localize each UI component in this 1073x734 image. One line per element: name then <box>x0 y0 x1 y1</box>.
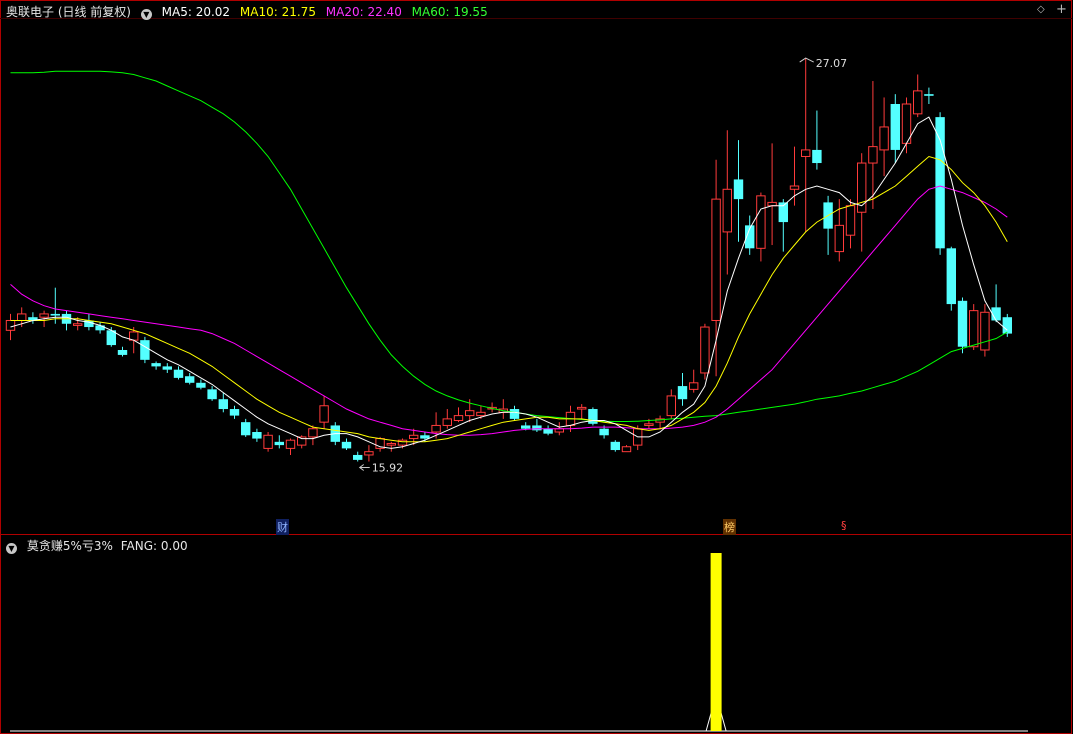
candle-up <box>39 313 49 318</box>
candle-up <box>319 405 329 423</box>
candle-down <box>353 454 363 460</box>
candle-up <box>453 415 464 422</box>
candle-down <box>1002 317 1012 334</box>
candle-up <box>689 382 699 390</box>
ranking-marker[interactable]: 榜 <box>723 519 736 535</box>
candle-down <box>252 432 262 439</box>
kline-chart: 27.07 15.92 <box>0 0 1072 734</box>
candle-down <box>196 382 206 388</box>
candle-down <box>218 399 228 410</box>
chevron-down-icon[interactable]: ▼ <box>140 9 152 20</box>
ma20-value: MA20: 22.40 <box>325 5 402 19</box>
candle-up <box>476 411 486 417</box>
main-header: 奥联电子 (日线 前复权) ▼ MA5: 20.02 MA10: 21.75 M… <box>6 3 494 20</box>
candle-up <box>308 428 318 438</box>
candle-up <box>913 90 923 115</box>
candle-up <box>263 434 273 449</box>
candle-down <box>610 441 620 451</box>
candle-down <box>532 425 542 431</box>
candle-up <box>431 424 441 433</box>
finance-marker[interactable]: 财 <box>276 519 289 535</box>
fang-signal-bar <box>710 553 722 731</box>
candle-up <box>666 395 676 417</box>
candle-up <box>700 326 710 374</box>
candle-down <box>677 386 688 400</box>
candle-down <box>151 363 161 367</box>
candle-up <box>465 410 475 417</box>
candle-up <box>756 195 766 249</box>
candle-down <box>733 179 744 200</box>
candle-up <box>285 439 296 449</box>
candle-down <box>229 409 240 416</box>
candle-up <box>577 406 587 410</box>
candle-down <box>890 104 900 150</box>
candle-down <box>420 435 430 439</box>
candle-down <box>812 149 822 164</box>
ma60-line <box>10 70 1008 422</box>
candle-up <box>767 201 777 207</box>
candle-up <box>789 185 800 190</box>
indicator-title: 莫贪赚5%亏3% <box>26 539 113 553</box>
candle-up <box>5 319 16 331</box>
ma5-value: MA5: 20.02 <box>161 5 231 19</box>
candle-up <box>845 205 856 236</box>
candle-up <box>17 313 27 321</box>
fang-value: FANG: 0.00 <box>120 539 188 553</box>
candle-up <box>364 451 374 456</box>
candle-up <box>722 188 732 233</box>
candle-up <box>73 323 83 326</box>
candle-down <box>185 376 195 383</box>
candle-down <box>935 117 945 249</box>
sub-header: ▼ 莫贪赚5%亏3% FANG: 0.00 <box>6 537 194 554</box>
candle-down <box>341 441 352 449</box>
candle-up <box>442 418 453 426</box>
ma60-value: MA60: 19.55 <box>411 5 488 19</box>
event-marker[interactable]: § <box>840 519 848 532</box>
high-pointer <box>799 57 814 63</box>
candle-up <box>834 224 844 253</box>
candle-up <box>621 446 632 453</box>
candle-up <box>980 311 990 351</box>
ma20-line <box>10 185 1008 436</box>
candle-up <box>711 198 721 321</box>
candle-up <box>969 310 979 348</box>
candle-down <box>924 94 934 96</box>
candle-down <box>957 300 968 347</box>
high-label: 27.07 <box>816 57 848 70</box>
candle-down <box>50 313 60 316</box>
candle-down <box>588 409 598 424</box>
ma10-value: MA10: 21.75 <box>239 5 316 19</box>
candle-down <box>140 340 150 360</box>
candle-up <box>386 442 397 446</box>
candle-down <box>173 369 184 378</box>
candle-down <box>521 425 531 429</box>
candle-down <box>599 428 609 436</box>
plus-icon[interactable]: + <box>1056 2 1067 17</box>
candle-down <box>509 409 520 419</box>
candle-down <box>946 248 956 305</box>
candle-down <box>95 325 105 331</box>
candle-down <box>207 389 217 400</box>
candle-up <box>644 423 654 426</box>
low-label: 15.92 <box>372 462 404 475</box>
diamond-icon[interactable]: ◇ <box>1037 4 1045 15</box>
stock-title: 奥联电子 (日线 前复权) <box>6 5 131 19</box>
candle-down <box>117 350 128 355</box>
candle-down <box>274 441 284 446</box>
candle-down <box>241 422 251 436</box>
candle-down <box>162 366 172 370</box>
chevron-down-icon[interactable]: ▼ <box>6 543 17 554</box>
candle-up <box>409 434 419 440</box>
candle-up <box>879 126 889 151</box>
candle-up <box>554 428 564 433</box>
candle-up <box>801 149 811 157</box>
candle-up <box>868 146 878 164</box>
candle-down <box>543 428 553 434</box>
